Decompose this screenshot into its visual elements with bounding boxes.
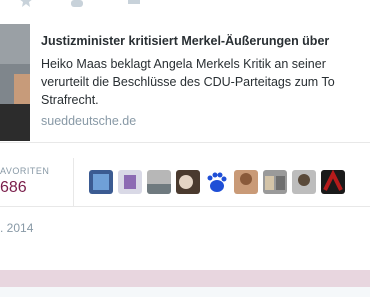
- star-icon[interactable]: [18, 0, 34, 8]
- card-title[interactable]: Justizminister kritisiert Merkel-Äußerun…: [41, 34, 329, 48]
- avatar[interactable]: [321, 170, 345, 194]
- footer-area: [0, 287, 370, 297]
- favorites-label: AVORITEN: [0, 166, 50, 176]
- follow-icon[interactable]: [70, 0, 86, 8]
- card-description-line: Strafrecht.: [41, 93, 99, 107]
- card-description-line: Heiko Maas beklagt Angela Merkels Kritik…: [41, 57, 326, 71]
- avatar[interactable]: [205, 170, 229, 194]
- card-description-line: verurteilt die Beschlüsse des CDU-Partei…: [41, 75, 335, 89]
- avatar[interactable]: [263, 170, 287, 194]
- avatar[interactable]: [234, 170, 258, 194]
- avatar[interactable]: [292, 170, 316, 194]
- tweet-actions-bar: [0, 0, 370, 12]
- tweet-date[interactable]: . 2014: [0, 221, 33, 235]
- avatar[interactable]: [176, 170, 200, 194]
- card-thumbnail: [0, 24, 30, 141]
- footer-band: [0, 270, 370, 287]
- avatar[interactable]: [89, 170, 113, 194]
- retweet-icon[interactable]: [126, 0, 142, 8]
- avatar[interactable]: [118, 170, 142, 194]
- tweet-stats: AVORITEN 686: [0, 158, 370, 207]
- favorites-count[interactable]: 686: [0, 179, 27, 197]
- card-domain-link[interactable]: sueddeutsche.de: [41, 114, 136, 128]
- card-description: Heiko Maas beklagt Angela Merkels Kritik…: [41, 55, 370, 109]
- stats-divider: [73, 158, 74, 206]
- avatar[interactable]: [147, 170, 171, 194]
- link-summary-card[interactable]: Justizminister kritisiert Merkel-Äußerun…: [0, 24, 370, 143]
